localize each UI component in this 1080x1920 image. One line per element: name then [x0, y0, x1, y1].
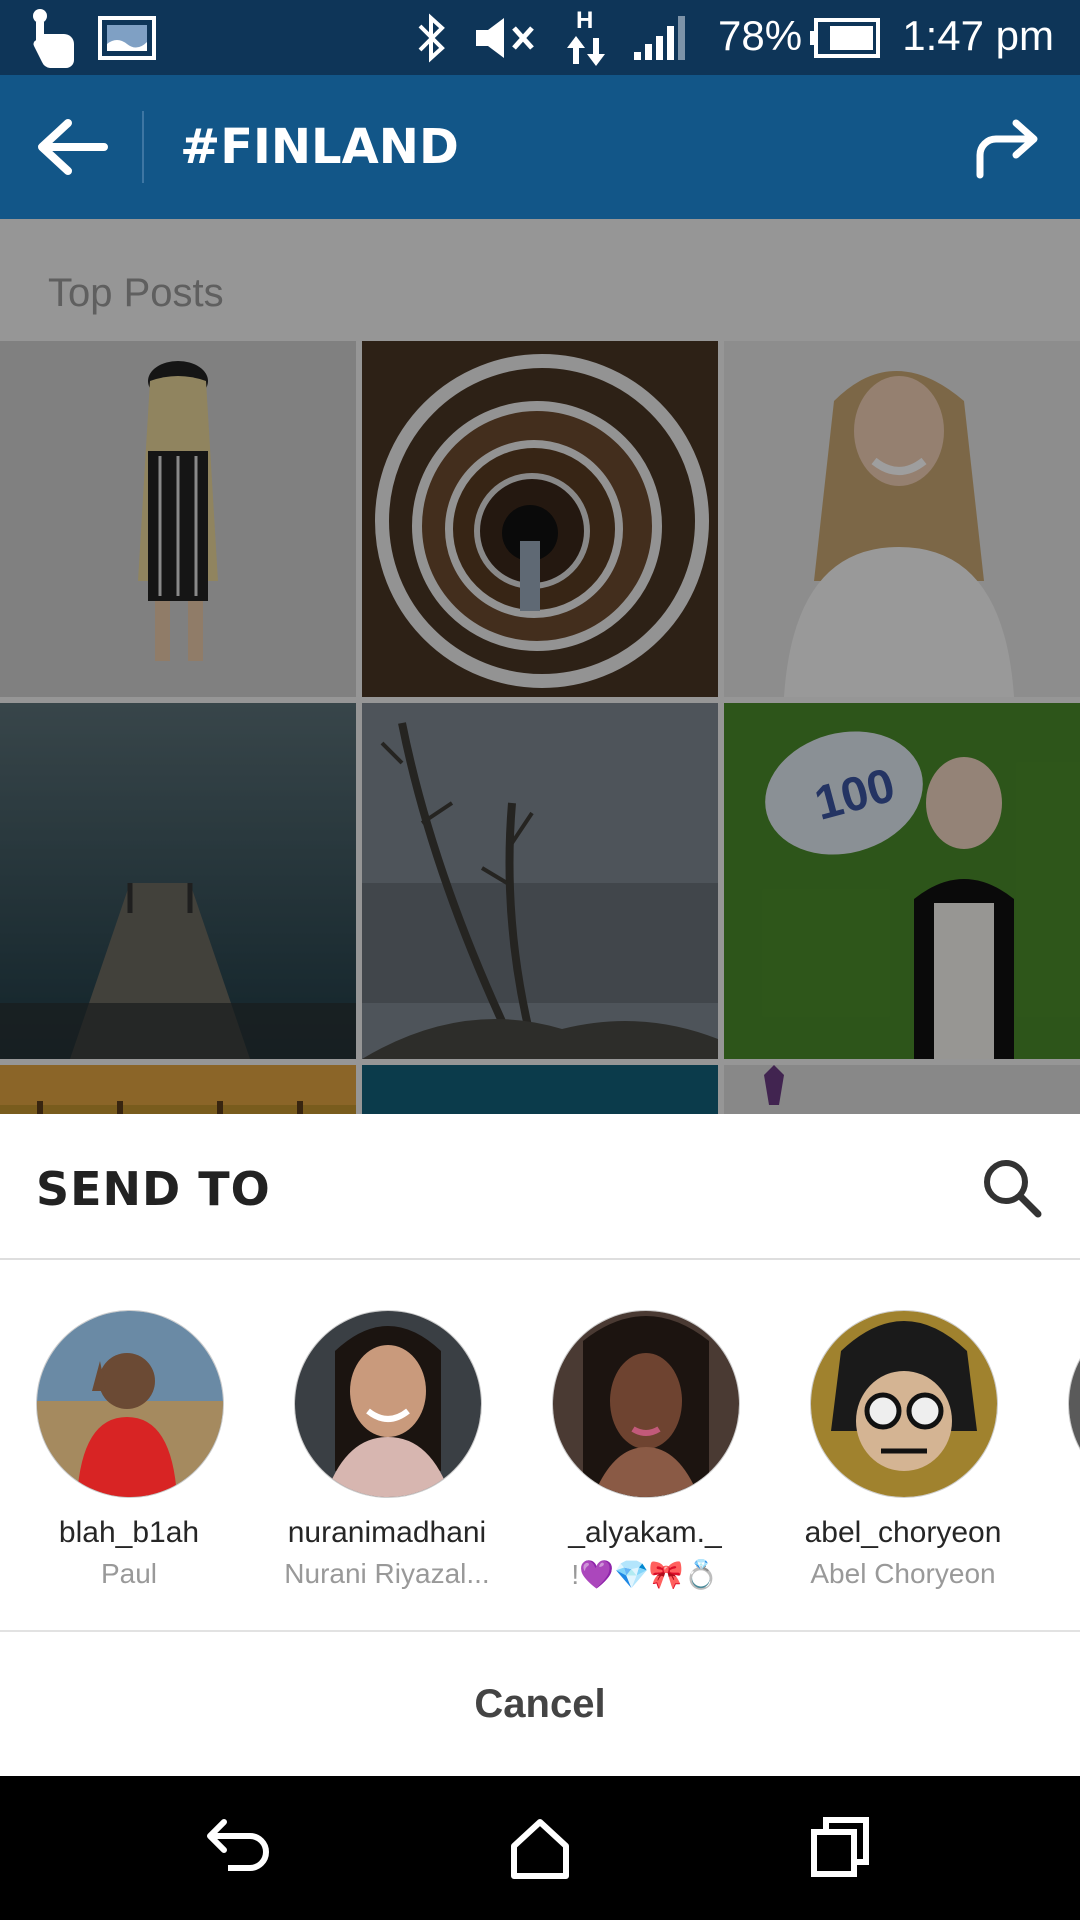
avatar [36, 1310, 224, 1498]
status-bar: H 78% 1:47 pm [0, 0, 1080, 75]
recipient-username: nuranimadhani [287, 1516, 487, 1549]
back-nav-button[interactable] [204, 1812, 276, 1884]
signal-icon [632, 14, 696, 67]
system-nav-bar [0, 1776, 1080, 1920]
clock: 1:47 pm [902, 12, 1054, 59]
recipient-username: abel_choryeon [804, 1516, 1002, 1549]
recipient-fullname: Nurani Riyazal... [284, 1558, 490, 1589]
recents-nav-icon [811, 1817, 869, 1877]
avatar [552, 1310, 740, 1498]
recipient-username: blah_b1ah [58, 1516, 200, 1549]
share-arrow-icon [976, 119, 1038, 179]
recipient-item[interactable] [1032, 1260, 1080, 1630]
recipient-item[interactable]: blah_b1ah Paul [0, 1260, 258, 1630]
search-button[interactable] [980, 1156, 1044, 1220]
recipient-item[interactable]: _alyakam._ !💜💎🎀💍 [516, 1260, 774, 1630]
search-icon [984, 1160, 1042, 1218]
mute-icon [474, 16, 538, 65]
sheet-header: SEND TO [0, 1114, 1080, 1260]
share-button[interactable] [974, 115, 1044, 179]
image-icon [98, 16, 156, 65]
recipient-fullname: Abel Choryeon [810, 1558, 996, 1589]
arrow-left-icon [38, 119, 108, 175]
bluetooth-icon [414, 12, 450, 69]
cancel-button[interactable]: Cancel [0, 1632, 1080, 1776]
page-title: #FINLAND [180, 119, 459, 175]
battery-icon [808, 18, 880, 63]
recipient-item[interactable]: abel_choryeon Abel Choryeon [774, 1260, 1032, 1630]
svg-text:H: H [576, 7, 593, 34]
dim-overlay[interactable] [0, 219, 1080, 1114]
recipient-username: _alyakam._ [568, 1516, 722, 1549]
battery-percent: 78% [718, 12, 803, 59]
avatar [810, 1310, 998, 1498]
recents-nav-button[interactable] [804, 1812, 876, 1884]
send-to-sheet: SEND TO blah_b1ah Paul nuranimadhani Nur… [0, 1114, 1080, 1776]
recipient-item[interactable]: nuranimadhani Nurani Riyazal... [258, 1260, 516, 1630]
recipient-list[interactable]: blah_b1ah Paul nuranimadhani Nurani Riya… [0, 1260, 1080, 1632]
avatar [1068, 1310, 1080, 1498]
data-icon: H [562, 6, 610, 75]
touch-icon [24, 6, 84, 75]
recipient-fullname: Paul [100, 1558, 158, 1589]
recipient-fullname: !💜💎🎀💍 [571, 1559, 719, 1590]
avatar [294, 1310, 482, 1498]
home-nav-button[interactable] [504, 1812, 576, 1884]
back-button[interactable] [30, 115, 110, 179]
hashtag-feed: Top Posts 100 [0, 219, 1080, 1114]
back-nav-icon [207, 1819, 269, 1871]
divider [142, 111, 144, 183]
app-bar: #FINLAND [0, 75, 1080, 219]
sheet-title: SEND TO [36, 1162, 271, 1216]
home-nav-icon [511, 1819, 569, 1879]
